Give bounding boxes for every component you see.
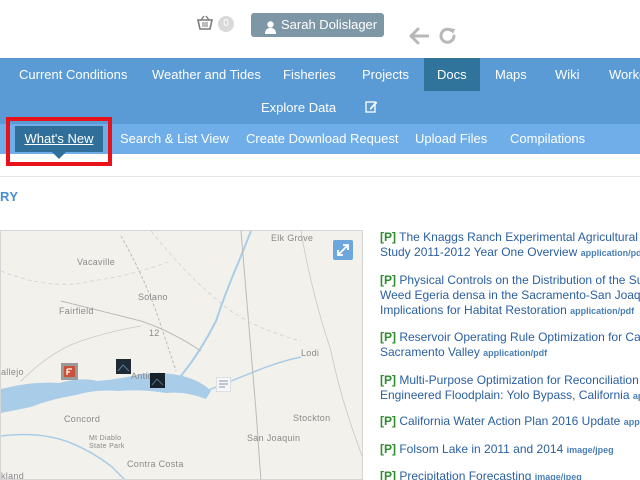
result-title-line[interactable]: California Water Action Plan 2016 Update bbox=[399, 414, 620, 428]
result-title-line[interactable]: Physical Controls on the Distribution of… bbox=[399, 273, 640, 287]
result-title-line[interactable]: Weed Egeria densa in the Sacramento-San … bbox=[380, 288, 640, 302]
result-title-line[interactable]: Multi-Purpose Optimization for Reconcili… bbox=[399, 373, 638, 387]
top-bar: 0 Sarah Dolislager bbox=[0, 0, 640, 58]
result-tag: [P] bbox=[380, 373, 396, 387]
expand-map-button[interactable] bbox=[333, 240, 353, 260]
result-title-line[interactable]: Study 2011-2012 Year One Overview bbox=[380, 245, 577, 259]
map-label-vacaville: Vacaville bbox=[77, 257, 116, 267]
nav-projects[interactable]: Projects bbox=[362, 58, 409, 91]
nav-maps[interactable]: Maps bbox=[495, 58, 527, 91]
highlight-box bbox=[6, 117, 112, 166]
expand-icon bbox=[337, 244, 349, 256]
result-title-line[interactable]: Precipitation Forecasting bbox=[399, 469, 531, 480]
result-title-line[interactable]: Reservoir Operating Rule Optimization fo… bbox=[399, 330, 640, 344]
map-marker-image-icon[interactable] bbox=[150, 373, 165, 388]
map-label-contra-costa: Contra Costa bbox=[127, 459, 184, 469]
page: 0 Sarah Dolislager Current Conditions We… bbox=[0, 0, 640, 480]
edit-icon[interactable] bbox=[365, 100, 378, 114]
result-tag: [P] bbox=[380, 414, 396, 428]
subnav-compilations[interactable]: Compilations bbox=[510, 124, 585, 154]
map-marker-image-icon[interactable] bbox=[116, 359, 131, 374]
nav-weather-and-tides[interactable]: Weather and Tides bbox=[152, 58, 261, 91]
result-mime: appl bbox=[623, 417, 640, 427]
subnav-search-list-view[interactable]: Search & List View bbox=[120, 124, 229, 154]
nav-docs[interactable]: Docs bbox=[424, 58, 480, 91]
user-icon bbox=[265, 18, 276, 42]
result-mime: application/pdf bbox=[483, 348, 548, 358]
nav-fisheries[interactable]: Fisheries bbox=[283, 58, 336, 91]
result-mime: application/pdf bbox=[570, 306, 635, 316]
result-tag: [P] bbox=[380, 230, 396, 244]
user-menu-button[interactable]: Sarah Dolislager bbox=[251, 13, 384, 37]
basket-icon[interactable] bbox=[197, 15, 213, 31]
result-tag: [P] bbox=[380, 273, 396, 287]
section-heading: RY bbox=[0, 189, 19, 204]
nav-explore-data[interactable]: Explore Data bbox=[261, 91, 336, 124]
map-label-concord: Concord bbox=[64, 414, 101, 424]
result-item[interactable]: [P] California Water Action Plan 2016 Up… bbox=[380, 414, 640, 430]
map-label-elk-grove: Elk Grove bbox=[271, 233, 314, 243]
result-title-line[interactable]: Sacramento Valley bbox=[380, 345, 480, 359]
result-item[interactable]: [P] Reservoir Operating Rule Optimizatio… bbox=[380, 330, 640, 361]
map-marker-pdf-icon[interactable] bbox=[61, 363, 78, 380]
back-arrow-icon[interactable] bbox=[409, 27, 430, 50]
result-mime: appl bbox=[632, 391, 640, 401]
result-item[interactable]: [P] Physical Controls on the Distributio… bbox=[380, 273, 640, 319]
user-name: Sarah Dolislager bbox=[281, 17, 378, 32]
nav-current-conditions[interactable]: Current Conditions bbox=[19, 58, 127, 91]
map-label-oakland: kland bbox=[1, 471, 25, 480]
subnav-upload-files[interactable]: Upload Files bbox=[415, 124, 487, 154]
result-title-line[interactable]: Folsom Lake in 2011 and 2014 bbox=[399, 442, 563, 456]
result-tag: [P] bbox=[380, 442, 396, 456]
subnav-create-download-request[interactable]: Create Download Request bbox=[246, 124, 398, 154]
result-title-line[interactable]: The Knaggs Ranch Experimental Agricultur… bbox=[399, 230, 638, 244]
refresh-icon[interactable] bbox=[438, 26, 458, 51]
map-label-mt-diablo: Mt Diablo State Park bbox=[89, 435, 125, 450]
divider bbox=[0, 176, 640, 177]
map-label-stockton: Stockton bbox=[293, 413, 331, 423]
nav-workgroups[interactable]: Workg bbox=[609, 58, 640, 91]
result-mime: image/jpeg bbox=[534, 472, 582, 480]
map-label-san-joaquin: San Joaquin bbox=[247, 433, 301, 443]
result-mime: application/pdf bbox=[580, 248, 640, 258]
result-mime: image/jpeg bbox=[566, 445, 614, 455]
result-tag: [P] bbox=[380, 330, 396, 344]
result-item[interactable]: [P] The Knaggs Ranch Experimental Agricu… bbox=[380, 230, 640, 261]
basket-count-badge: 0 bbox=[218, 16, 234, 32]
map-label-lodi: Lodi bbox=[301, 348, 320, 358]
result-item[interactable]: [P] Precipitation Forecasting image/jpeg bbox=[380, 469, 640, 480]
map-label-solano: Solano bbox=[138, 292, 168, 302]
map-label-fairfield: Fairfield bbox=[59, 306, 94, 316]
result-item[interactable]: [P] Multi-Purpose Optimization for Recon… bbox=[380, 373, 640, 404]
map-label-route-12: 12 bbox=[149, 328, 160, 338]
nav-wiki[interactable]: Wiki bbox=[555, 58, 580, 91]
map-label-vallejo: allejo bbox=[1, 367, 24, 377]
result-title-line[interactable]: Implications for Habitat Restoration bbox=[380, 303, 567, 317]
result-tag: [P] bbox=[380, 469, 396, 480]
map-marker-document-icon[interactable] bbox=[216, 377, 231, 392]
result-item[interactable]: [P] Folsom Lake in 2011 and 2014 image/j… bbox=[380, 442, 640, 458]
result-title-line[interactable]: Engineered Floodplain: Yolo Bypass, Cali… bbox=[380, 388, 630, 402]
primary-nav: Current Conditions Weather and Tides Fis… bbox=[0, 58, 640, 124]
map-view[interactable]: Elk Grove Vacaville Solano Fairfield 12 … bbox=[0, 230, 363, 480]
